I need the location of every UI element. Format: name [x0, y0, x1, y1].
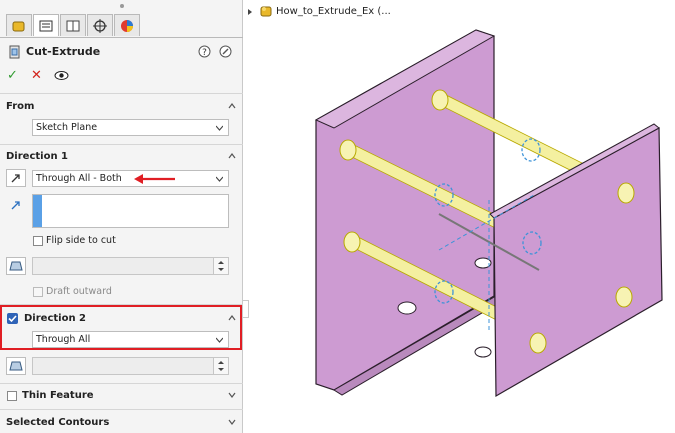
pushpin-icon[interactable] [219, 45, 232, 58]
dimxpert-icon [93, 18, 107, 33]
draft-icon [9, 361, 23, 371]
feature-title: Cut-Extrude [26, 45, 101, 58]
collapse-chevron-icon[interactable] [228, 152, 236, 160]
hole [474, 346, 492, 358]
draft-angle-spinner[interactable] [213, 258, 228, 274]
from-select[interactable]: Sketch Plane [32, 119, 229, 136]
expand-chevron-icon[interactable] [228, 418, 236, 426]
cylinder-end [617, 182, 635, 204]
tab-feature-manager[interactable] [6, 14, 32, 36]
reverse-direction-icon [11, 174, 20, 183]
direction-reference-field[interactable] [32, 194, 229, 228]
direction2-end-condition-select[interactable]: Through All [32, 331, 229, 348]
from-select-value: Sketch Plane [36, 122, 98, 133]
tab-display-manager[interactable] [114, 14, 140, 36]
direction1-section-header[interactable]: Direction 1 [6, 151, 68, 162]
direction2-end-condition-value: Through All [36, 334, 91, 345]
separator [0, 409, 243, 410]
draft-icon [9, 261, 23, 271]
direction2-section-header[interactable]: Direction 2 [24, 313, 86, 324]
direction2-draft-toggle-button[interactable] [6, 357, 26, 375]
collapse-chevron-icon[interactable] [228, 102, 236, 110]
direction2-draft-angle-input[interactable] [32, 357, 229, 375]
model-viewport [314, 29, 663, 398]
reverse-direction-button[interactable] [6, 169, 26, 187]
thin-feature-header[interactable]: Thin Feature [22, 390, 94, 401]
cylinder-end [529, 332, 547, 354]
direction1-end-condition-select[interactable]: Through All - Both [32, 170, 229, 187]
cylinder-end [615, 286, 633, 308]
cut-extrude-icon [9, 45, 20, 59]
separator [0, 144, 243, 145]
tab-configuration-manager[interactable] [60, 14, 86, 36]
checkmark-icon [8, 315, 17, 323]
direction2-draft-angle-spinner[interactable] [213, 358, 228, 374]
separator [0, 383, 243, 384]
preview-eye-icon[interactable] [54, 70, 69, 81]
configuration-manager-icon [66, 20, 80, 31]
selection-focus-bar [33, 195, 42, 227]
draft-toggle-button[interactable] [6, 257, 26, 275]
expand-chevron-icon[interactable] [228, 391, 236, 399]
draft-outward-label: Draft outward [46, 286, 112, 297]
selected-contours-header[interactable]: Selected Contours [6, 417, 109, 428]
tab-dimxpert-manager[interactable] [87, 14, 113, 36]
property-manager-icon [39, 20, 53, 31]
ok-button[interactable]: ✓ [7, 68, 18, 83]
direction2-checkbox[interactable] [7, 313, 18, 324]
panel-grip[interactable] [120, 4, 124, 8]
help-icon[interactable]: ? [198, 45, 211, 58]
chevron-down-icon [216, 176, 223, 182]
feature-manager-icon [12, 21, 25, 31]
annotation-arrow-icon [134, 174, 175, 184]
tab-property-manager[interactable] [33, 14, 59, 36]
spin-arrows-icon [218, 261, 224, 271]
graphics-area[interactable]: How_to_Extrude_Ex (... [244, 0, 675, 433]
svg-text:?: ? [202, 48, 207, 58]
hole [397, 301, 417, 315]
tab-divider [0, 37, 243, 38]
thin-feature-checkbox[interactable] [7, 391, 17, 401]
chevron-down-icon [216, 125, 223, 131]
flip-side-label: Flip side to cut [46, 235, 116, 246]
cancel-button[interactable]: ✕ [31, 68, 42, 83]
manager-tabs [0, 14, 243, 38]
direction-vector-icon [11, 201, 20, 210]
spin-arrows-icon [218, 361, 224, 371]
draft-outward-checkbox[interactable] [33, 287, 43, 297]
direction1-end-condition-value: Through All - Both [36, 173, 122, 184]
from-section-header[interactable]: From [6, 101, 34, 112]
draft-angle-input[interactable] [32, 257, 229, 275]
chevron-down-icon [216, 337, 223, 343]
separator [0, 93, 243, 94]
collapse-chevron-icon[interactable] [228, 314, 236, 322]
flip-side-checkbox[interactable] [33, 236, 43, 246]
property-manager-panel: Cut-Extrude ? ✓ ✕ From Sketch Plane Dire… [0, 0, 243, 433]
display-manager-icon [121, 19, 133, 32]
